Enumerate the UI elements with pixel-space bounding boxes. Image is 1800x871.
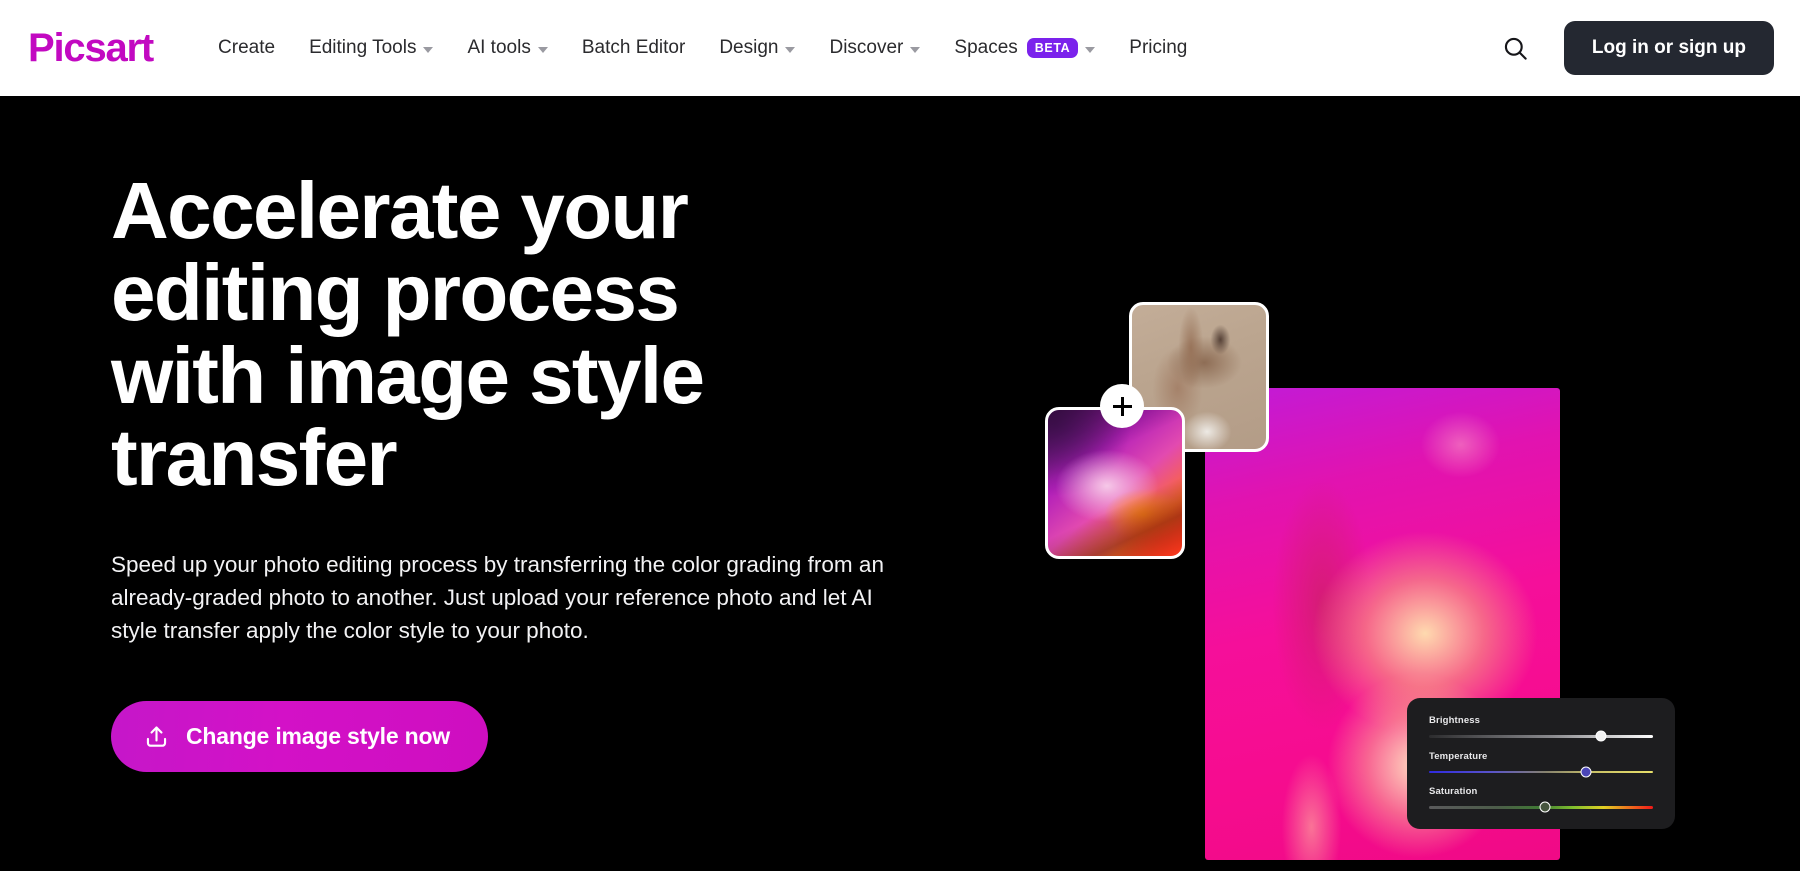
main-navigation: Create Editing Tools AI tools Batch Edit… [201, 29, 1204, 67]
picsart-logo[interactable]: Picsart [26, 28, 154, 68]
nav-label: Spaces [954, 37, 1018, 58]
saturation-slider-thumb[interactable] [1539, 801, 1551, 813]
site-header: Picsart Create Editing Tools AI tools Ba… [0, 0, 1800, 96]
nav-label: Design [719, 37, 779, 58]
search-icon [1505, 37, 1528, 60]
nav-item-batch-editor[interactable]: Batch Editor [565, 29, 703, 67]
search-button[interactable] [1494, 26, 1538, 70]
temperature-slider-thumb[interactable] [1580, 766, 1592, 778]
hero-image-collage: Brightness Temperature Saturation [1045, 96, 1800, 871]
slider-label: Temperature [1429, 750, 1488, 762]
brightness-slider-track[interactable] [1429, 730, 1653, 742]
nav-item-spaces[interactable]: Spaces BETA [937, 29, 1112, 67]
slider-label: Brightness [1429, 715, 1481, 726]
nav-item-ai-tools[interactable]: AI tools [450, 29, 564, 67]
change-image-style-button[interactable]: Change image style now [111, 701, 488, 773]
slider-row-temperature: Temperature [1429, 750, 1653, 778]
nav-item-pricing[interactable]: Pricing [1112, 29, 1204, 67]
nav-label: Batch Editor [581, 37, 686, 58]
chevron-down-icon [785, 46, 796, 53]
style-reference-thumbnail[interactable] [1045, 407, 1185, 559]
nav-label: AI tools [467, 37, 531, 58]
slider-label: Saturation [1429, 786, 1478, 797]
header-actions: Log in or sign up [1494, 21, 1774, 75]
hero-section: Accelerate your editing process with ima… [0, 96, 1800, 871]
temperature-slider-track[interactable] [1429, 766, 1653, 778]
upload-icon [146, 726, 167, 748]
chevron-down-icon [1085, 46, 1096, 53]
hero-description: Speed up your photo editing process by t… [111, 551, 884, 644]
nav-item-create[interactable]: Create [201, 29, 292, 67]
nav-item-discover[interactable]: Discover [812, 29, 937, 67]
login-signup-button[interactable]: Log in or sign up [1563, 21, 1774, 75]
slider-row-saturation: Saturation [1429, 786, 1653, 813]
saturation-slider-track[interactable] [1429, 801, 1653, 813]
nav-label: Pricing [1129, 37, 1188, 58]
chevron-down-icon [537, 46, 548, 53]
nav-label: Create [218, 37, 276, 58]
chevron-down-icon [910, 46, 921, 53]
page-title: Accelerate your editing process with ima… [111, 166, 705, 503]
slider-row-brightness: Brightness [1429, 715, 1653, 742]
plus-icon[interactable] [1100, 384, 1144, 428]
nav-item-design[interactable]: Design [702, 29, 812, 67]
cta-label: Change image style now [186, 723, 450, 750]
nav-item-editing-tools[interactable]: Editing Tools [292, 29, 450, 67]
adjustment-panel: Brightness Temperature Saturation [1407, 698, 1675, 829]
nav-label: Editing Tools [309, 37, 417, 58]
beta-badge: BETA [1026, 38, 1079, 58]
nav-label: Discover [829, 37, 904, 58]
brightness-slider-thumb[interactable] [1595, 730, 1607, 742]
chevron-down-icon [423, 46, 434, 53]
hero-copy: Accelerate your editing process with ima… [111, 166, 931, 773]
